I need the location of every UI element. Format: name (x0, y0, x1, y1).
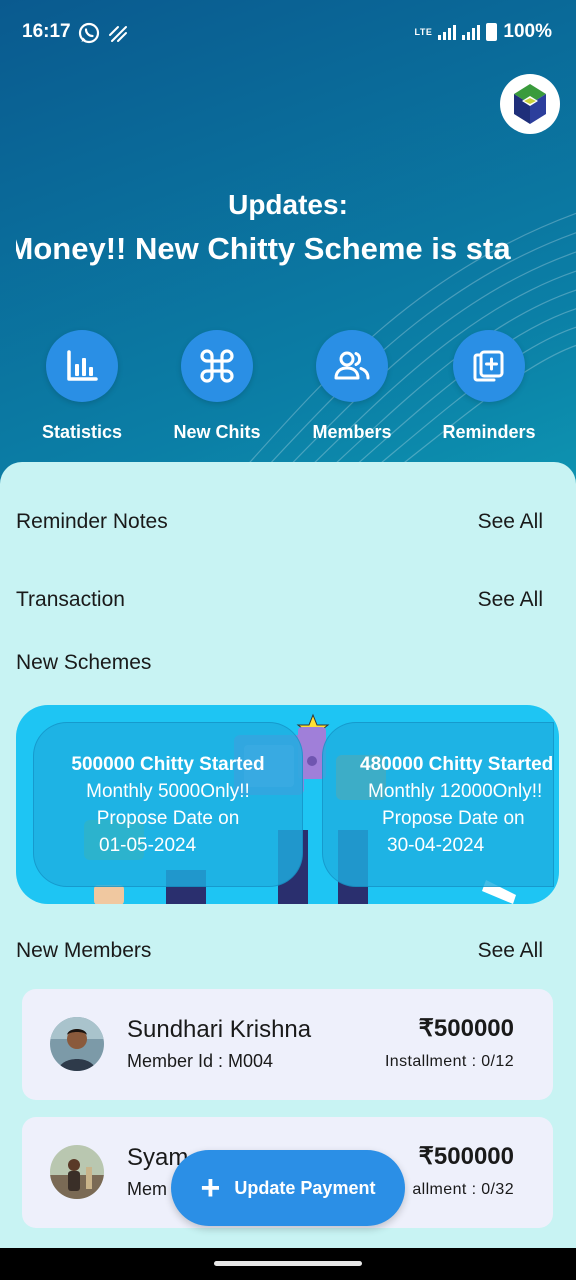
status-time: 16:17 (22, 21, 71, 42)
member-card[interactable]: Sundhari Krishna Member Id : M004 ₹50000… (22, 989, 553, 1100)
scheme-monthly: Monthly 5000Only!! (86, 781, 250, 802)
new-schemes-heading: New Schemes (16, 651, 152, 674)
status-bar: 16:17 LTE 100% (0, 0, 576, 66)
avatar (50, 1145, 104, 1199)
new-chits-button[interactable] (181, 330, 253, 402)
bar-chart-icon (67, 350, 98, 381)
members-label: Members (312, 422, 392, 442)
member-amount: ₹500000 (418, 1143, 514, 1170)
member-installment: allment : 0/32 (412, 1181, 514, 1198)
reminder-notes-see-all[interactable]: See All (478, 510, 543, 534)
scheme-propose: Propose Date on (96, 808, 240, 829)
reminders-action[interactable]: Reminders (419, 330, 559, 443)
system-nav-bar (0, 1248, 576, 1280)
members-button[interactable] (316, 330, 388, 402)
signal-icon-2 (462, 24, 481, 40)
transaction-see-all[interactable]: See All (478, 588, 543, 612)
scheme-card[interactable]: 480000 Chitty Started Monthly 12000Only!… (322, 722, 554, 887)
statistics-action[interactable]: Statistics (12, 330, 152, 443)
member-id: Mem (127, 1179, 167, 1199)
new-chits-label: New Chits (173, 422, 261, 442)
new-members-heading: New Members (16, 939, 152, 962)
network-type: LTE (414, 26, 433, 37)
new-members-see-all[interactable]: See All (478, 939, 543, 963)
battery-icon (486, 23, 498, 41)
logo-icon (514, 84, 546, 124)
scheme-title: 480000 Chitty Started (360, 754, 554, 775)
battery-level: 100% (503, 21, 552, 42)
app-screen: 16:17 LTE 100% Updates: g Money!! New Ch… (0, 0, 576, 1248)
statistics-button[interactable] (46, 330, 118, 402)
update-payment-button[interactable]: + Update Payment (171, 1150, 405, 1226)
app-logo[interactable] (500, 74, 560, 134)
scheme-title: 500000 Chitty Started (71, 754, 265, 775)
quick-actions: Statistics New Chits Members Reminders (0, 330, 576, 450)
new-chits-action[interactable]: New Chits (147, 330, 287, 443)
scheme-date: 30-04-2024 (387, 835, 485, 856)
member-installment: Installment : 0/12 (384, 1053, 514, 1070)
avatar (50, 1017, 104, 1071)
command-icon (200, 349, 234, 383)
member-name: Sundhari Krishna (127, 1016, 312, 1043)
scheme-date: 01-05-2024 (99, 835, 197, 856)
people-icon (334, 351, 370, 380)
marquee-text: g Money!! New Chitty Scheme is sta (16, 231, 511, 266)
member-id: Member Id : M004 (127, 1051, 274, 1071)
member-amount: ₹500000 (418, 1015, 514, 1042)
scheme-card[interactable]: 500000 Chitty Started Monthly 5000Only!!… (33, 722, 303, 887)
plus-icon: + (200, 1169, 221, 1207)
content-panel: Reminder Notes See All Transaction See A… (0, 462, 576, 1248)
members-action[interactable]: Members (282, 330, 422, 443)
scheme-propose: Propose Date on (382, 808, 525, 829)
updates-title: Updates: (228, 189, 348, 220)
sim-icon (109, 26, 127, 42)
scheme-monthly: Monthly 12000Only!! (368, 781, 543, 802)
home-gesture-handle[interactable] (214, 1261, 362, 1266)
status-right-group: LTE 100% (415, 21, 552, 43)
whatsapp-icon (78, 22, 100, 44)
statistics-label: Statistics (41, 422, 123, 442)
updates-marquee: g Money!! New Chitty Scheme is sta (16, 231, 560, 273)
add-note-icon (473, 350, 504, 382)
schemes-carousel[interactable]: 500000 Chitty Started Monthly 5000Only!!… (16, 705, 559, 904)
update-payment-label: Update Payment (234, 1177, 376, 1198)
reminders-label: Reminders (442, 422, 536, 442)
transaction-heading: Transaction (16, 588, 125, 611)
signal-icon (438, 24, 457, 40)
reminders-button[interactable] (453, 330, 525, 402)
reminder-notes-heading: Reminder Notes (16, 510, 168, 533)
